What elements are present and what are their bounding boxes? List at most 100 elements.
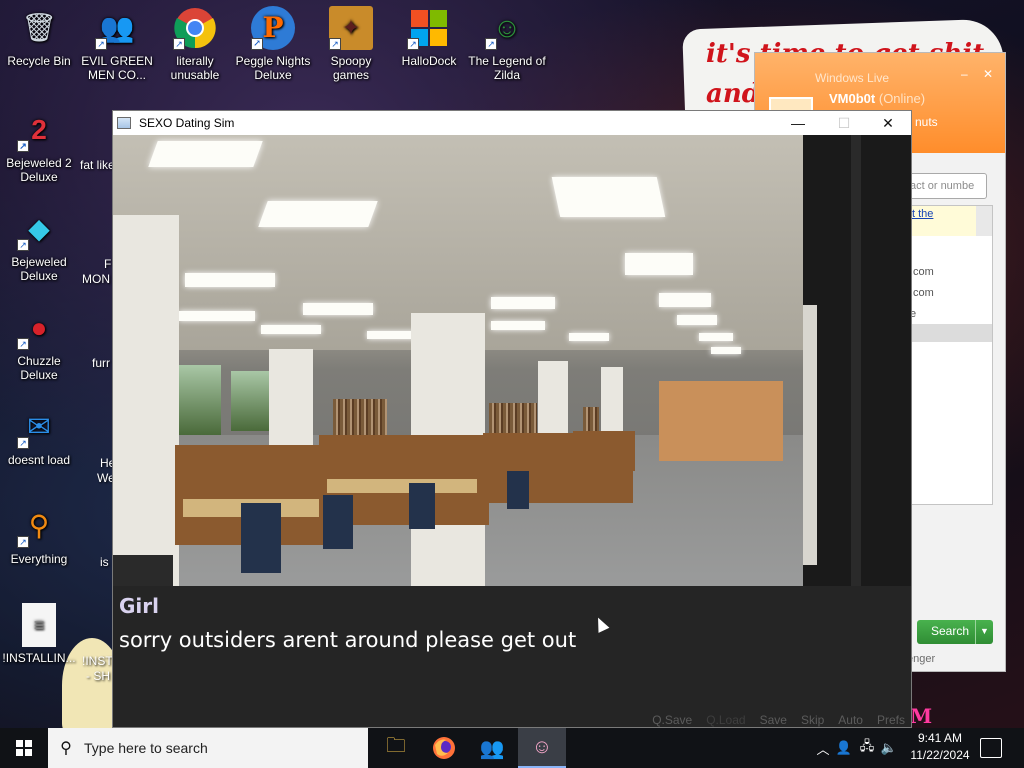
minimize-icon[interactable]: – (961, 67, 968, 81)
partial-icon-label: - SH (86, 669, 110, 683)
skip-button[interactable]: Skip (801, 713, 824, 727)
messenger-title: Windows Live (815, 71, 890, 85)
system-tray: ︿ 👤 🖧 🔈 (814, 728, 900, 768)
partial-icon-label: fat like (80, 158, 115, 172)
ceiling-light (677, 315, 717, 325)
quick-save-button[interactable]: Q.Save (652, 713, 692, 727)
ad-link[interactable]: t the (906, 206, 978, 236)
desktop-icon-installing[interactable]: ≡ !INSTALLIN... (0, 603, 78, 665)
search-placeholder: Type here to search (84, 740, 208, 756)
icon-label: Bejeweled 2 Deluxe (6, 156, 72, 184)
bejeweled-icon: ◆ ↗ (17, 207, 61, 251)
chuzzle-icon: ● ↗ (17, 306, 61, 350)
ceiling-light (303, 303, 373, 315)
quick-load-button[interactable]: Q.Load (706, 713, 745, 727)
thunderbird-icon: ✉ ↗ (17, 405, 61, 449)
list-item[interactable]: .com (910, 287, 934, 299)
maximize-button[interactable]: ☐ (821, 111, 867, 135)
ceiling-light (711, 347, 741, 354)
desktop-icon-zilda[interactable]: ☺ ↗ The Legend of Zilda (468, 6, 546, 83)
icon-label: Bejeweled Deluxe (11, 255, 67, 283)
network-icon[interactable]: 🖧 (856, 737, 878, 759)
desktop-icon-peggle[interactable]: P ↗ Peggle Nights Deluxe (234, 6, 312, 82)
prefs-button[interactable]: Prefs (877, 713, 905, 727)
icon-label: EVIL GREEN MEN CO... (81, 54, 153, 82)
desktop-icon-everything[interactable]: ⚲ ↗ Everything (0, 504, 78, 567)
shortcut-arrow-icon: ↗ (95, 38, 107, 50)
partial-icon-label: F (104, 257, 112, 271)
messenger-tray-icon[interactable]: 👤 (832, 740, 856, 756)
volume-icon[interactable]: 🔈 (878, 740, 900, 756)
contact-search-input[interactable]: act or numbe (905, 173, 987, 199)
chevron-up-icon[interactable]: ︿ (814, 739, 832, 758)
firefox-icon[interactable] (420, 728, 468, 768)
personal-message[interactable]: nuts (915, 115, 938, 129)
trash-bin (113, 555, 173, 586)
chevron-down-icon[interactable]: ▼ (975, 620, 993, 644)
ceiling-light (551, 177, 666, 217)
taskbar-search-box[interactable]: ⚲ Type here to search (48, 728, 368, 768)
dating-sim-taskbar-icon[interactable]: ☺ (518, 728, 566, 768)
messenger-taskbar-icon[interactable]: 👥 (468, 728, 516, 768)
chair (241, 503, 281, 573)
dialogue-text: sorry outsiders arent around please get … (119, 628, 577, 652)
ceiling-light (699, 333, 733, 341)
partial-icon-label: furr (92, 356, 110, 370)
clock[interactable]: 9:41 AM 11/22/2024 (904, 730, 976, 764)
study-carrel (573, 431, 635, 471)
shortcut-arrow-icon: ↗ (17, 536, 29, 548)
ceiling-light (659, 293, 711, 307)
close-button[interactable]: ✕ (865, 111, 911, 135)
title-bar[interactable]: SEXO Dating Sim — ☐ ✕ (113, 111, 911, 135)
game-window[interactable]: SEXO Dating Sim — ☐ ✕ Girl sorry outside… (112, 110, 912, 728)
icon-label: Peggle Nights Deluxe (235, 54, 311, 82)
messenger-username[interactable]: VM0b0t (Online) (829, 91, 925, 106)
dialogue-box[interactable]: Girl sorry outsiders arent around please… (113, 586, 911, 727)
desktop-icon-evil-green-men[interactable]: 👥 ↗ EVIL GREEN MEN CO... (78, 6, 156, 83)
desktop-icon-bejeweled[interactable]: ◆ ↗ Bejeweled Deluxe (0, 207, 78, 284)
icon-label: Spoopy games (330, 54, 372, 82)
desktop-icon-bejeweled-2[interactable]: 2 ↗ Bejeweled 2 Deluxe (0, 108, 78, 185)
recycle-bin-icon: 🗑 (21, 12, 57, 43)
contact-list[interactable]: t the .com .com e (905, 205, 993, 505)
chair (323, 495, 353, 549)
notification-icon[interactable] (980, 738, 1002, 758)
file-explorer-icon[interactable]: 🗀 (372, 728, 420, 768)
save-button[interactable]: Save (760, 713, 787, 727)
search-button[interactable]: Search ▼ (917, 620, 993, 644)
close-icon[interactable]: ✕ (983, 67, 993, 81)
auto-button[interactable]: Auto (838, 713, 863, 727)
desktop-icon-chuzzle[interactable]: ● ↗ Chuzzle Deluxe (0, 306, 78, 382)
ceiling-light (491, 297, 555, 309)
list-item[interactable]: .com (910, 266, 934, 278)
desktop-icon-chrome[interactable]: ↗ literally unusable (156, 6, 234, 82)
window (231, 371, 271, 431)
chrome-icon: ↗ (173, 6, 217, 50)
messenger-buddies-icon: 👥 ↗ (95, 6, 139, 50)
window-title: SEXO Dating Sim (139, 116, 235, 130)
zelda-icon: ☺ ↗ (485, 6, 529, 50)
shortcut-arrow-icon: ↗ (17, 338, 29, 350)
pillar (113, 215, 179, 586)
minimize-button[interactable]: — (775, 111, 821, 135)
taskbar: ⚲ Type here to search 🗀 👥 ☺ ︿ 👤 🖧 🔈 9:41… (0, 728, 1024, 768)
desktop-icon-hallodock[interactable]: ↗ HalloDock (390, 6, 468, 68)
ceiling-light (261, 325, 321, 334)
icon-label: !INSTALLIN... (2, 651, 76, 665)
desktop-icon-spoopy-games[interactable]: ✦ ↗ Spoopy games (312, 6, 390, 82)
ceiling-light (491, 321, 545, 330)
partial-icon-label: MON (82, 272, 110, 286)
desktop-icon-recycle-bin[interactable]: 🗑 Recycle Bin (0, 6, 78, 69)
scrollbar[interactable] (976, 206, 992, 236)
shortcut-arrow-icon: ↗ (173, 38, 185, 50)
desktop-icon-thunderbird[interactable]: ✉ ↗ doesnt load (0, 405, 78, 468)
everything-search-icon: ⚲ ↗ (17, 504, 61, 548)
selected-row[interactable] (906, 324, 992, 342)
bookshelf (583, 407, 599, 431)
search-button-label: Search (931, 624, 970, 638)
shortcut-arrow-icon: ↗ (407, 38, 419, 50)
icon-label: literally unusable (170, 54, 220, 82)
start-button[interactable] (0, 728, 48, 768)
icon-label: Everything (10, 552, 68, 566)
shortcut-arrow-icon: ↗ (17, 239, 29, 251)
